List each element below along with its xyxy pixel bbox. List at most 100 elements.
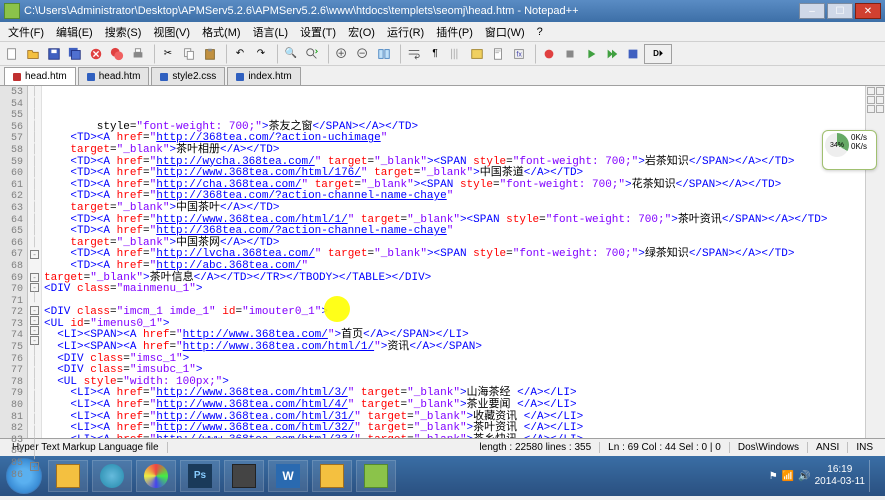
separator [274,44,278,64]
play-multi-icon[interactable] [602,44,622,64]
menu-[interactable]: ? [531,24,549,40]
close-file-icon[interactable] [86,44,106,64]
tab-0[interactable]: head.htm [4,67,76,85]
code-line-80[interactable]: <LI><A href="http://www.368tea.com/html/… [44,435,885,438]
menu-v[interactable]: 视图(V) [147,22,196,42]
tab-3[interactable]: index.htm [227,67,300,85]
menu-p[interactable]: 插件(P) [430,22,479,42]
menu-s[interactable]: 搜索(S) [99,22,148,42]
floater-gauge: 34% [825,133,849,157]
tab-modified-icon [236,73,244,81]
lang-icon[interactable] [467,44,487,64]
close-button[interactable]: ✕ [855,3,881,19]
menu-r[interactable]: 运行(R) [381,22,430,42]
panel-btn-5[interactable] [867,105,875,113]
task-wps[interactable]: W [268,460,308,492]
task-explorer[interactable] [48,460,88,492]
paste-icon[interactable] [200,44,220,64]
redo-icon[interactable]: ↷ [251,44,271,64]
code-line-67[interactable]: <DIV class="mainmenu_1"> [44,284,885,296]
taskbar: Ps W ⚑ 📶 🔊 16:19 2014-03-11 [0,456,885,496]
doc-map-icon[interactable] [488,44,508,64]
task-app2[interactable] [224,460,264,492]
menu-e[interactable]: 编辑(E) [50,22,99,42]
find-icon[interactable]: 🔍 [281,44,301,64]
tab-2[interactable]: style2.css [151,67,225,85]
copy-icon[interactable] [179,44,199,64]
tray-clock[interactable]: 16:19 2014-03-11 [815,464,865,488]
tray-network-icon[interactable]: 📶 [782,471,794,482]
cut-icon[interactable]: ✂ [158,44,178,64]
window-buttons: – ☐ ✕ [799,3,881,19]
panel-btn-2[interactable] [876,87,884,95]
zoom-in-icon[interactable] [332,44,352,64]
separator [532,44,536,64]
undo-icon[interactable]: ↶ [230,44,250,64]
save-all-icon[interactable] [65,44,85,64]
tray-sound-icon[interactable]: 🔊 [798,471,810,482]
separator [223,44,227,64]
maximize-button[interactable]: ☐ [827,3,853,19]
app-icon [4,3,20,19]
panel-btn-4[interactable] [876,96,884,104]
launch-icon[interactable]: D⏵ [644,44,672,64]
status-position: Ln : 69 Col : 44 Sel : 0 | 0 [600,442,730,453]
wordwrap-icon[interactable] [404,44,424,64]
sync-scroll-icon[interactable] [374,44,394,64]
line-gutter: 5354555657585960616263646566676869707172… [0,86,28,438]
zoom-out-icon[interactable] [353,44,373,64]
show-desktop-button[interactable] [869,460,877,492]
system-tray[interactable]: ⚑ 📶 🔊 16:19 2014-03-11 [763,460,883,492]
tab-modified-icon [160,73,168,81]
tab-label: style2.css [172,71,216,82]
func-list-icon[interactable]: fx [509,44,529,64]
menu-m[interactable]: 格式(M) [196,22,247,42]
task-folder2[interactable] [312,460,352,492]
close-all-icon[interactable] [107,44,127,64]
record-macro-icon[interactable] [539,44,559,64]
panel-btn-6[interactable] [876,105,884,113]
replace-icon[interactable] [302,44,322,64]
svg-text:fx: fx [516,51,522,58]
status-encoding: ANSI [808,442,848,453]
new-file-icon[interactable] [2,44,22,64]
task-photoshop[interactable]: Ps [180,460,220,492]
editor[interactable]: 5354555657585960616263646566676869707172… [0,86,885,438]
tray-time: 16:19 [815,464,865,476]
task-notepadpp[interactable] [356,460,396,492]
indent-guide-icon[interactable] [446,44,466,64]
code-line-69[interactable]: <DIV class="imcm_1 imde_1" id="imouter0_… [44,307,885,319]
tab-1[interactable]: head.htm [78,67,150,85]
menu-f[interactable]: 文件(F) [2,22,50,42]
separator [325,44,329,64]
play-macro-icon[interactable] [581,44,601,64]
minimize-button[interactable]: – [799,3,825,19]
show-all-chars-icon[interactable]: ¶ [425,44,445,64]
save-macro-icon[interactable] [623,44,643,64]
fold-margin[interactable]: ││││││││││││││- --│----││││││││││+ [28,86,42,438]
statusbar: Hyper Text Markup Language file length :… [0,438,885,456]
open-file-icon[interactable] [23,44,43,64]
panel-btn-1[interactable] [867,87,875,95]
tab-label: index.htm [248,71,291,82]
menu-t[interactable]: 设置(T) [294,22,342,42]
perf-floater[interactable]: 34% 0K/s 0K/s [822,130,877,170]
menu-l[interactable]: 语言(L) [247,22,294,42]
tray-flag-icon[interactable]: ⚑ [769,471,778,482]
print-icon[interactable] [128,44,148,64]
menubar: 文件(F)编辑(E)搜索(S)视图(V)格式(M)语言(L)设置(T)宏(O)运… [0,22,885,42]
tab-label: head.htm [25,71,67,82]
toolbar: ✂ ↶ ↷ 🔍 ¶ fx D⏵ [0,42,885,66]
save-icon[interactable] [44,44,64,64]
task-ie[interactable] [92,460,132,492]
code-area[interactable]: style="font-weight: 700;">茶友之窗</SPAN></A… [42,86,885,438]
tabstrip: head.htm head.htm style2.css index.htm [0,66,885,86]
menu-w[interactable]: 窗口(W) [479,22,531,42]
stop-macro-icon[interactable] [560,44,580,64]
separator [151,44,155,64]
titlebar: C:\Users\Administrator\Desktop\APMServ5.… [0,0,885,22]
menu-o[interactable]: 宏(O) [342,22,381,42]
task-app1[interactable] [136,460,176,492]
separator [397,44,401,64]
panel-btn-3[interactable] [867,96,875,104]
